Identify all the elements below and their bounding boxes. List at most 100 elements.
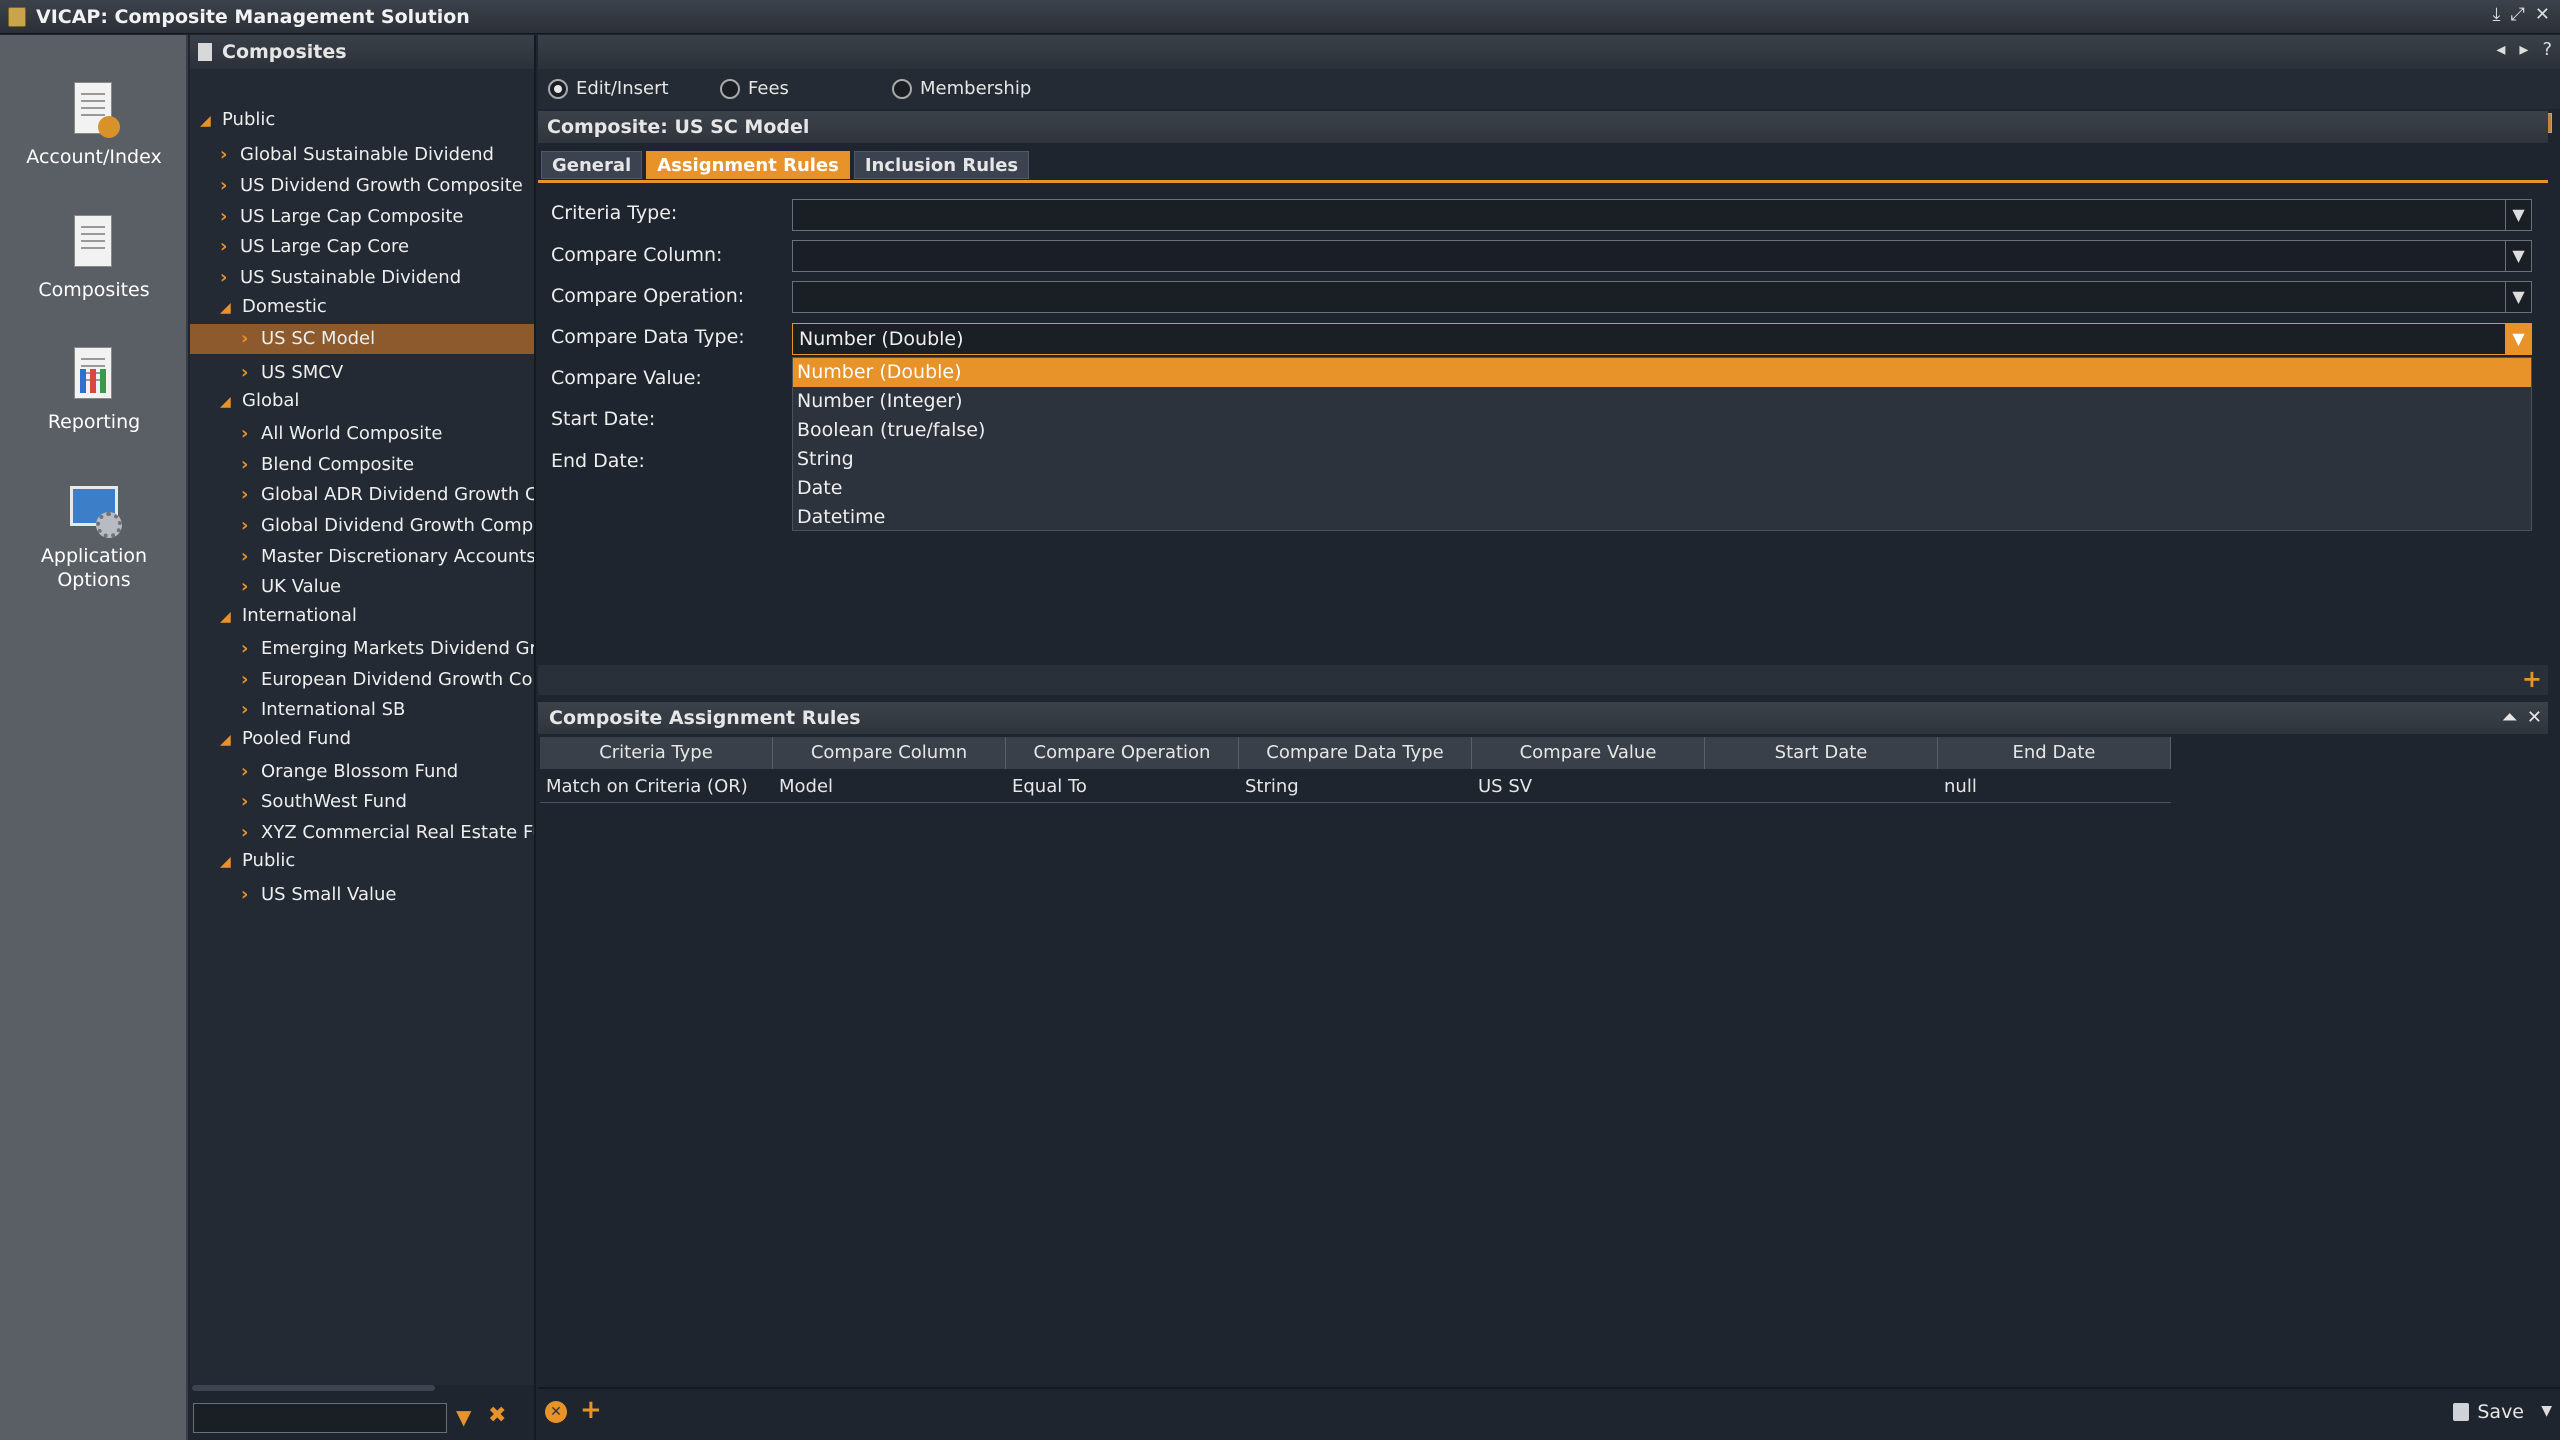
- criteria-type-select[interactable]: ▼: [792, 199, 2532, 231]
- radio-membership[interactable]: Membership: [892, 78, 1031, 99]
- nav-account-index[interactable]: Account/Index: [0, 80, 188, 168]
- expand-arrow-icon[interactable]: ◢: [200, 106, 214, 135]
- expand-arrow-icon[interactable]: ◢: [220, 293, 234, 322]
- tree-node[interactable]: ◢ Public: [220, 846, 534, 876]
- expand-arrow-icon[interactable]: ◢: [220, 387, 234, 416]
- chevron-right-icon[interactable]: ›: [241, 358, 253, 388]
- table-row[interactable]: Match on Criteria (OR) Model Equal To St…: [540, 771, 2171, 803]
- radio-button[interactable]: [892, 78, 912, 99]
- column-header[interactable]: Compare Data Type: [1239, 737, 1472, 769]
- tab-inclusion-rules[interactable]: Inclusion Rules: [853, 151, 1030, 179]
- clear-filter-icon[interactable]: ✖: [488, 1403, 506, 1428]
- expand-arrow-icon[interactable]: ◢: [220, 725, 234, 754]
- chevron-right-icon[interactable]: ›: [241, 511, 253, 541]
- forward-icon[interactable]: ▸: [2519, 39, 2528, 60]
- tree-node[interactable]: › SouthWest Fund: [241, 787, 534, 817]
- tree-node[interactable]: ◢ Global: [220, 386, 534, 416]
- chevron-right-icon[interactable]: ›: [241, 634, 253, 664]
- tab-assignment-rules[interactable]: Assignment Rules: [646, 151, 850, 179]
- column-header[interactable]: Compare Value: [1472, 737, 1705, 769]
- compare-data-type-select[interactable]: Number (Double) ▼: [792, 323, 2532, 355]
- chevron-right-icon[interactable]: ›: [241, 480, 253, 510]
- tree-node[interactable]: › US SC Model: [190, 324, 534, 354]
- tree-node[interactable]: › XYZ Commercial Real Estate Fu: [241, 818, 534, 848]
- maximize-icon[interactable]: ⤢: [2511, 4, 2525, 25]
- chevron-down-icon[interactable]: ▼: [2505, 200, 2531, 230]
- expand-arrow-icon[interactable]: ◢: [220, 602, 234, 631]
- tree-node[interactable]: › Orange Blossom Fund: [241, 757, 534, 787]
- dropdown-option[interactable]: Number (Double): [793, 358, 2531, 387]
- nav-composites[interactable]: Composites: [0, 213, 188, 301]
- column-header[interactable]: Compare Column: [773, 737, 1006, 769]
- compare-column-select[interactable]: ▼: [792, 240, 2532, 272]
- filter-icon[interactable]: ▼: [456, 1405, 471, 1429]
- tree-node[interactable]: › US Large Cap Core: [220, 232, 534, 262]
- chevron-down-icon[interactable]: ▼: [2505, 324, 2531, 354]
- tree-node[interactable]: ◢ Domestic: [220, 292, 534, 322]
- tab-general[interactable]: General: [541, 151, 643, 179]
- tree-search-input[interactable]: [193, 1403, 447, 1433]
- tree-node[interactable]: › US Sustainable Dividend: [220, 263, 534, 293]
- radio-button[interactable]: [720, 78, 740, 99]
- tree-node[interactable]: › US Small Value: [241, 880, 534, 910]
- minimize-icon[interactable]: ⤓: [2493, 4, 2501, 25]
- tree-node[interactable]: › Blend Composite: [241, 450, 534, 480]
- tree-node[interactable]: › Master Discretionary Accounts: [241, 542, 534, 572]
- chevron-right-icon[interactable]: ›: [241, 880, 253, 910]
- tree-node[interactable]: › Emerging Markets Dividend Gr: [241, 634, 534, 664]
- chevron-right-icon[interactable]: ›: [220, 202, 232, 232]
- tree-node[interactable]: › Global Dividend Growth Compo: [241, 511, 534, 541]
- chevron-right-icon[interactable]: ›: [241, 695, 253, 725]
- tree-horizontal-scrollbar[interactable]: [192, 1385, 435, 1391]
- chevron-right-icon[interactable]: ›: [241, 665, 253, 695]
- column-header[interactable]: Start Date: [1705, 737, 1938, 769]
- chevron-down-icon[interactable]: ▼: [2505, 282, 2531, 312]
- tree-node[interactable]: › International SB: [241, 695, 534, 725]
- radio-button[interactable]: [548, 78, 568, 99]
- chevron-right-icon[interactable]: ›: [241, 757, 253, 787]
- dropdown-option[interactable]: String: [793, 445, 2531, 474]
- chevron-right-icon[interactable]: ›: [241, 818, 253, 848]
- chevron-right-icon[interactable]: ›: [220, 232, 232, 262]
- column-header[interactable]: End Date: [1938, 737, 2171, 769]
- chevron-right-icon[interactable]: ›: [220, 263, 232, 293]
- tree-node[interactable]: ◢ Public: [200, 105, 534, 135]
- collapse-icon[interactable]: ⏶: [2503, 702, 2517, 734]
- close-icon[interactable]: ✕: [2527, 702, 2542, 734]
- tree-node[interactable]: › US Large Cap Composite: [220, 202, 534, 232]
- chevron-down-icon[interactable]: ▼: [2541, 1403, 2552, 1419]
- tree-node[interactable]: › Global Sustainable Dividend: [220, 140, 534, 170]
- tree-node[interactable]: › All World Composite: [241, 419, 534, 449]
- radio-edit-insert[interactable]: Edit/Insert: [548, 78, 669, 99]
- chevron-down-icon[interactable]: ▼: [2505, 241, 2531, 271]
- compare-operation-select[interactable]: ▼: [792, 281, 2532, 313]
- tree-node[interactable]: › US Dividend Growth Composite: [220, 171, 534, 201]
- tree-node[interactable]: ◢ International: [220, 601, 534, 631]
- back-icon[interactable]: ◂: [2496, 39, 2505, 60]
- radio-fees[interactable]: Fees: [720, 78, 789, 99]
- dropdown-option[interactable]: Datetime: [793, 503, 2531, 532]
- column-header[interactable]: Criteria Type: [540, 737, 773, 769]
- dropdown-option[interactable]: Boolean (true/false): [793, 416, 2531, 445]
- tree-node[interactable]: › US SMCV: [241, 358, 534, 388]
- help-icon[interactable]: ?: [2542, 39, 2552, 60]
- tree-node[interactable]: › UK Value: [241, 572, 534, 602]
- add-rule-icon[interactable]: +: [2522, 665, 2542, 693]
- chevron-right-icon[interactable]: ›: [241, 419, 253, 449]
- nav-application-options[interactable]: Application Options: [0, 478, 188, 592]
- column-header[interactable]: Compare Operation: [1006, 737, 1239, 769]
- dropdown-option[interactable]: Date: [793, 474, 2531, 503]
- expand-arrow-icon[interactable]: ◢: [220, 847, 234, 876]
- tree-node[interactable]: › European Dividend Growth Co: [241, 665, 534, 695]
- chevron-right-icon[interactable]: ›: [241, 787, 253, 817]
- tree-node[interactable]: ◢ Pooled Fund: [220, 724, 534, 754]
- tree-node[interactable]: › Global ADR Dividend Growth C: [241, 480, 534, 510]
- add-icon[interactable]: +: [580, 1395, 602, 1425]
- chevron-right-icon[interactable]: ›: [241, 450, 253, 480]
- nav-reporting[interactable]: Reporting: [0, 345, 188, 433]
- chevron-right-icon[interactable]: ›: [241, 572, 253, 602]
- cancel-icon[interactable]: ✕: [545, 1401, 567, 1423]
- close-icon[interactable]: ✕: [2535, 4, 2550, 25]
- chevron-right-icon[interactable]: ›: [220, 140, 232, 170]
- chevron-right-icon[interactable]: ›: [241, 542, 253, 572]
